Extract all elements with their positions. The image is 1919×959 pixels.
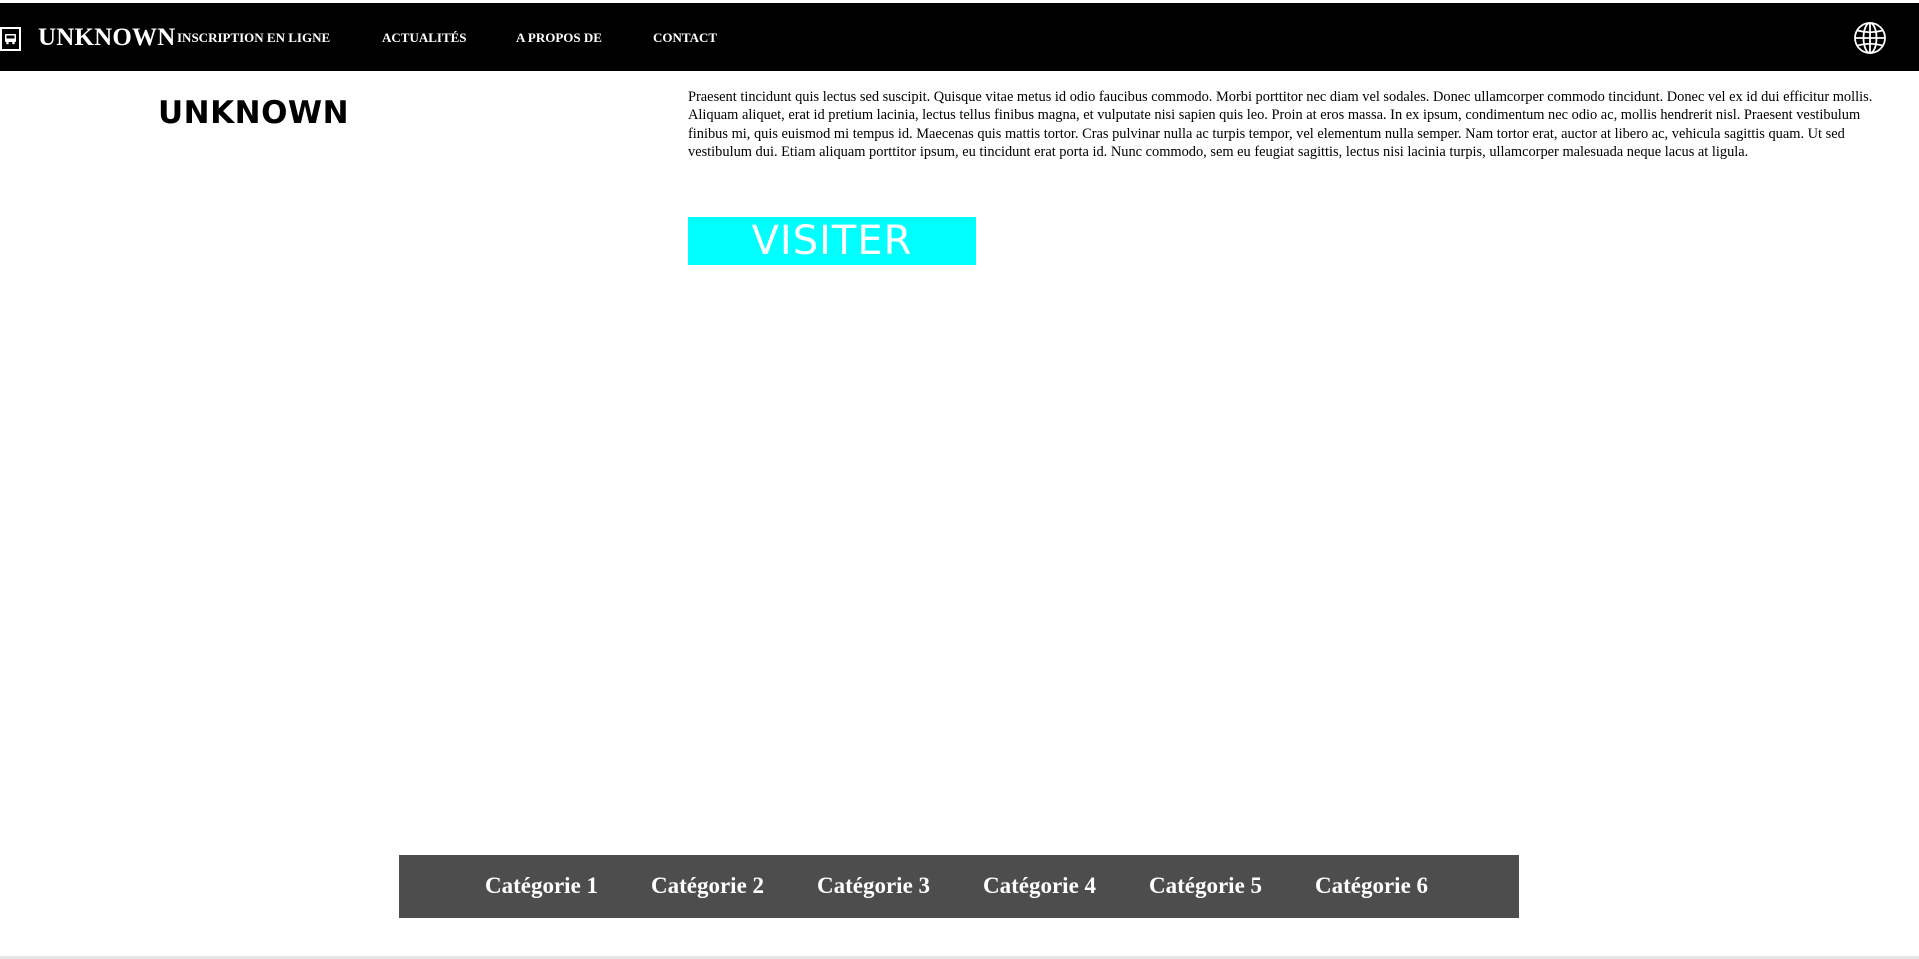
- category-link-2[interactable]: Catégorie 2: [651, 872, 764, 900]
- intro-paragraph: Praesent tincidunt quis lectus sed susci…: [688, 89, 1873, 160]
- nav-link-inscription[interactable]: INSCRIPTION EN LIGNE: [177, 29, 330, 47]
- category-link-5[interactable]: Catégorie 5: [1149, 872, 1262, 900]
- visit-button[interactable]: VISITER: [688, 217, 976, 265]
- globe-icon[interactable]: [1853, 21, 1887, 55]
- category-link-6[interactable]: Catégorie 6: [1315, 872, 1428, 900]
- top-navigation-bar: UNKNOWN INSCRIPTION EN LIGNE ACTUALITÉS …: [0, 3, 1919, 71]
- nav-link-actualites[interactable]: ACTUALITÉS: [382, 29, 467, 47]
- nav-link-a-propos[interactable]: A PROPOS DE: [516, 29, 602, 47]
- category-link-3[interactable]: Catégorie 3: [817, 872, 930, 900]
- side-title: UNKNOWN: [158, 95, 350, 131]
- category-link-1[interactable]: Catégorie 1: [485, 872, 598, 900]
- category-link-4[interactable]: Catégorie 4: [983, 872, 1096, 900]
- category-bar: Catégorie 1 Catégorie 2 Catégorie 3 Caté…: [399, 855, 1519, 918]
- brand-name[interactable]: UNKNOWN: [38, 23, 176, 53]
- nav-link-contact[interactable]: CONTACT: [653, 29, 717, 47]
- bus-icon[interactable]: [0, 27, 21, 51]
